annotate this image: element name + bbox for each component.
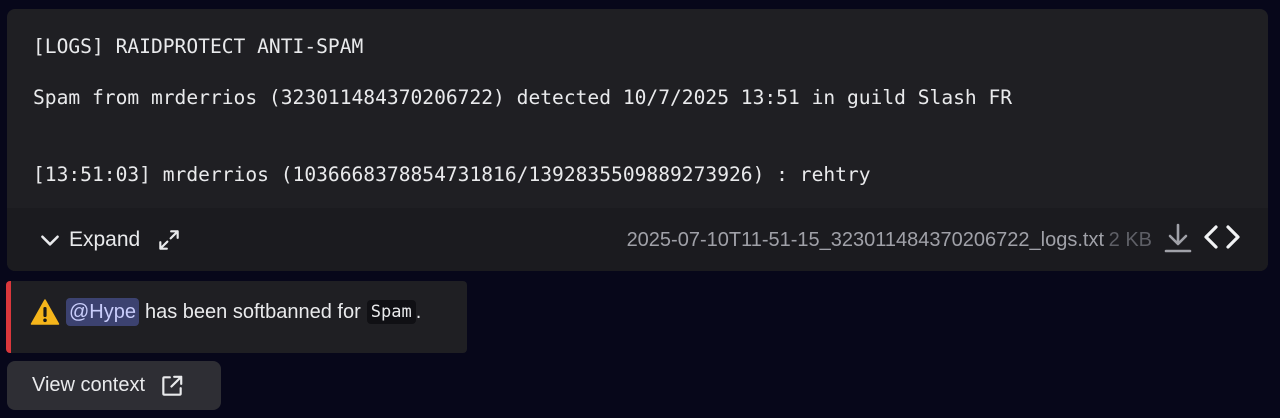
maximize-icon[interactable] — [156, 227, 182, 253]
notice-content: @Hype has been softbanned for Spam . — [30, 297, 421, 327]
log-attachment: [LOGS] RAIDPROTECT ANTI-SPAM Spam from m… — [7, 9, 1268, 271]
external-link-icon — [162, 375, 183, 396]
log-line: [LOGS] RAIDPROTECT ANTI-SPAM — [33, 35, 364, 58]
chevron-down-icon — [41, 235, 59, 246]
download-icon[interactable] — [1162, 221, 1194, 255]
expand-label: Expand — [69, 228, 141, 251]
code-icon[interactable] — [1203, 222, 1241, 252]
user-mention[interactable]: @Hype — [66, 298, 139, 326]
view-context-button[interactable]: View context — [7, 361, 221, 410]
log-preview: [LOGS] RAIDPROTECT ANTI-SPAM Spam from m… — [7, 9, 1268, 208]
file-name[interactable]: 2025-07-10T11-51-15_323011484370206722_l… — [627, 225, 1104, 255]
reason-code: Spam — [366, 300, 416, 324]
view-context-label: View context — [32, 374, 146, 396]
log-line: [13:51:03] mrderrios (103666837885473181… — [33, 163, 871, 186]
notice-text: has been softbanned for — [145, 300, 361, 323]
notice-suffix: . — [415, 300, 422, 323]
attachment-footer: Expand 2025-07-10T11-51-15_3230114843702… — [7, 208, 1268, 271]
warning-icon — [30, 299, 60, 325]
softban-notice: @Hype has been softbanned for Spam . — [6, 281, 467, 353]
expand-button[interactable]: Expand — [37, 225, 182, 255]
notice-accent-bar — [6, 281, 11, 353]
file-size: 2 KB — [1108, 229, 1152, 251]
log-line: Spam from mrderrios (323011484370206722)… — [33, 86, 1013, 109]
